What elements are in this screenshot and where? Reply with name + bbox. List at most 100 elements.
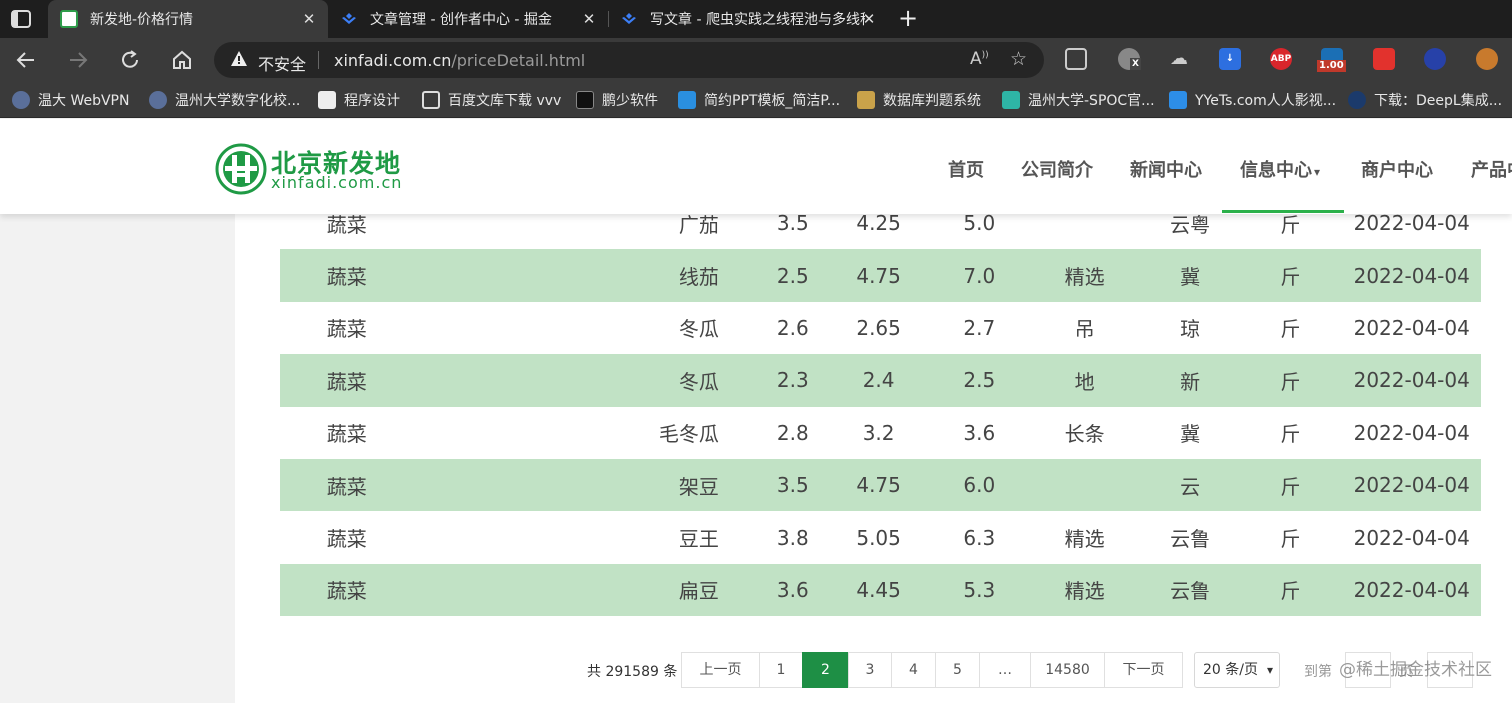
- bookmark-webvpn[interactable]: 温大 WebVPN: [12, 89, 129, 111]
- university-icon: [149, 91, 167, 109]
- address-divider: [318, 51, 319, 69]
- page-size-select[interactable]: 20 条/页 ▾: [1194, 652, 1280, 688]
- bookmark-label: YYeTs.com人人影视...: [1195, 93, 1337, 109]
- new-tab-button[interactable]: +: [896, 6, 920, 30]
- table-cell: 豆王: [678, 527, 719, 552]
- browser-tab-xinfadi[interactable]: 新发地-价格行情 ✕: [48, 0, 328, 38]
- refresh-icon[interactable]: [118, 48, 142, 72]
- table-cell: 冀: [1142, 249, 1239, 302]
- nav-news-center[interactable]: 新闻中心: [1130, 156, 1202, 182]
- bookmark-university[interactable]: 温州大学数字化校...: [149, 89, 300, 111]
- bookmark-label: 温州大学数字化校...: [175, 93, 301, 109]
- extension-x-icon[interactable]: X: [1118, 48, 1141, 70]
- price-table: 蔬菜 广茄 3.5 4.25 5.0 云粤斤 2022-04-04 蔬菜 线茄 2.5 4.75 7.…: [280, 214, 1481, 617]
- nav-company-intro[interactable]: 公司简介: [1021, 156, 1093, 182]
- close-icon[interactable]: ✕: [300, 10, 318, 28]
- address-bar[interactable]: 不安全 xinfadi.com.cn/priceDetail.html A)) …: [214, 42, 1044, 78]
- bookmark-spoc[interactable]: 温州大学-SPOC官...: [1002, 89, 1155, 111]
- url-path: /priceDetail.html: [451, 51, 586, 70]
- back-arrow-icon[interactable]: [14, 48, 38, 72]
- table-cell: 5.3: [931, 563, 1028, 617]
- chevron-down-icon: ▾: [1266, 663, 1273, 677]
- ppt-icon: [678, 91, 696, 109]
- table-cell: 2022-04-04: [1342, 458, 1481, 512]
- table-cell: 蔬菜: [326, 527, 367, 552]
- nav-products[interactable]: 产品中: [1471, 156, 1512, 182]
- table-cell: 蔬菜: [326, 317, 367, 342]
- download-extension-icon[interactable]: ↓: [1219, 48, 1241, 70]
- add-favorite-icon[interactable]: ☆: [1010, 48, 1027, 70]
- table-row: 蔬菜 扁豆 3.6 4.45 5.3 精选 云鲁斤 2022-04-04: [280, 563, 1481, 617]
- speed-badge: 1.00: [1317, 60, 1346, 72]
- bookmark-database[interactable]: 数据库判题系统: [857, 89, 981, 111]
- bookmark-label: 温州大学-SPOC官...: [1028, 93, 1155, 109]
- close-icon[interactable]: ✕: [860, 10, 878, 28]
- browser-tab-strip: 新发地-价格行情 ✕ 文章管理 - 创作者中心 - 掘金 ✕ 写文章 - 爬虫实…: [0, 0, 1512, 38]
- url-text[interactable]: xinfadi.com.cn/priceDetail.html: [334, 51, 585, 70]
- nav-info-center[interactable]: 信息中心 ▾: [1240, 156, 1320, 182]
- tab-title: 文章管理 - 创作者中心 - 掘金: [370, 12, 552, 28]
- browser-toolbar: 不安全 xinfadi.com.cn/priceDetail.html A)) …: [0, 38, 1512, 82]
- video-speed-icon[interactable]: 1.00: [1317, 48, 1346, 72]
- table-cell: 3.5: [776, 458, 826, 512]
- blue-extension-icon[interactable]: [1424, 48, 1446, 70]
- bookmark-wenku[interactable]: 百度文库下载 vvv: [422, 89, 561, 111]
- cloud-extension-icon[interactable]: ☁: [1168, 48, 1190, 70]
- page-button[interactable]: 4: [891, 652, 936, 688]
- xinfadi-logo-icon: [60, 10, 78, 28]
- security-label[interactable]: 不安全: [258, 51, 306, 75]
- table-cell: 2.3: [776, 354, 826, 407]
- page-size-value: 20 条/页: [1203, 662, 1258, 678]
- cookie-icon[interactable]: [1476, 48, 1498, 70]
- chevron-down-icon: ▾: [1314, 165, 1321, 179]
- bookmark-program[interactable]: 程序设计: [318, 89, 400, 111]
- table-cell: 精选: [1027, 563, 1143, 617]
- table-cell: 蔬菜: [326, 214, 367, 237]
- xinfadi-logo-icon[interactable]: [215, 143, 267, 195]
- close-icon[interactable]: ✕: [580, 10, 598, 28]
- table-cell: 毛冬瓜: [658, 422, 719, 447]
- bookmark-deepl[interactable]: 下载：DeepL集成...: [1348, 89, 1502, 111]
- logo-text-en[interactable]: xinfadi.com.cn: [271, 173, 402, 192]
- table-cell: 4.45: [825, 563, 932, 617]
- nav-home[interactable]: 首页: [948, 156, 984, 182]
- bookmark-yyets[interactable]: YYeTs.com人人影视...: [1169, 89, 1336, 111]
- nav-merchant-center[interactable]: 商户中心: [1361, 156, 1433, 182]
- home-icon[interactable]: [170, 48, 194, 72]
- forward-arrow-icon[interactable]: [66, 48, 90, 72]
- page-button[interactable]: 3: [848, 652, 892, 688]
- extension-badge: X: [1130, 58, 1141, 70]
- table-cell: 云粤: [1170, 214, 1211, 237]
- browser-tab-juejin-manage[interactable]: 文章管理 - 创作者中心 - 掘金 ✕: [328, 0, 608, 38]
- read-aloud-icon[interactable]: A)): [970, 49, 989, 69]
- table-cell: 7.0: [931, 249, 1028, 302]
- collections-icon[interactable]: [1065, 48, 1087, 70]
- table-cell: 2.5: [931, 354, 1028, 407]
- table-cell: 4.75: [825, 458, 932, 512]
- table-cell: 线茄: [413, 249, 777, 302]
- table-cell: 5.05: [856, 525, 901, 550]
- red-cube-icon[interactable]: [1373, 48, 1395, 70]
- next-page-button[interactable]: 下一页: [1104, 652, 1183, 688]
- table-cell: 斤: [1238, 354, 1343, 407]
- program-icon: [318, 91, 336, 109]
- prev-page-button[interactable]: 上一页: [681, 652, 760, 688]
- tab-actions-icon[interactable]: [10, 9, 32, 29]
- browser-tab-juejin-write[interactable]: 写文章 - 爬虫实践之线程池与多线程 ✕: [608, 0, 888, 38]
- table-cell: 6.3: [963, 525, 996, 550]
- page-button[interactable]: 5: [935, 652, 980, 688]
- total-count: 共 291589 条: [587, 664, 678, 680]
- yyets-icon: [1169, 91, 1187, 109]
- bookmark-ppt[interactable]: 简约PPT模板_简洁P...: [678, 89, 840, 111]
- page-button-current[interactable]: 2: [802, 652, 849, 688]
- page-button[interactable]: 1: [759, 652, 803, 688]
- table-cell: 6.0: [931, 458, 1028, 512]
- warning-icon[interactable]: [230, 50, 248, 68]
- page-ellipsis[interactable]: …: [979, 652, 1031, 688]
- table-cell: 2022-04-04: [1342, 249, 1481, 302]
- table-cell: 2.65: [856, 315, 901, 340]
- adblock-plus-icon[interactable]: ABP: [1270, 48, 1292, 70]
- page-button-last[interactable]: 14580: [1030, 652, 1105, 688]
- bookmark-software[interactable]: 鹏少软件: [576, 89, 658, 111]
- table-cell: 2022-04-04: [1342, 354, 1481, 407]
